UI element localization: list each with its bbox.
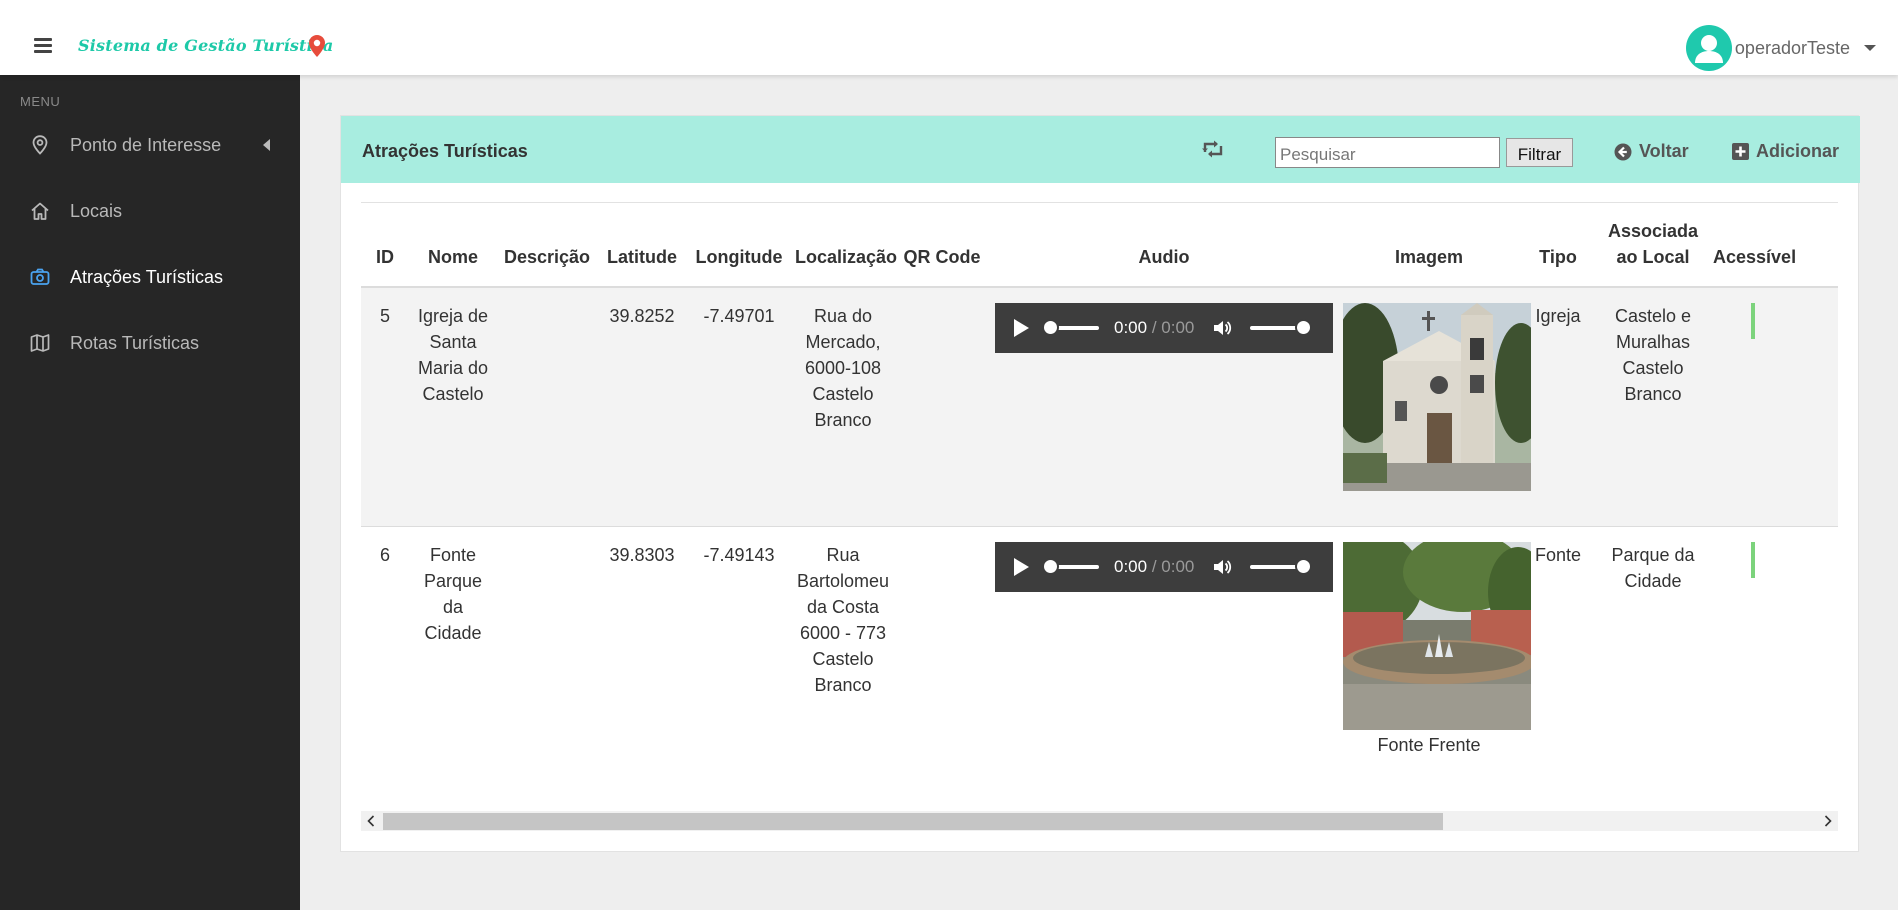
attractions-panel: Atrações Turísticas Filtrar Voltar Adici… [340, 115, 1860, 852]
table-header-row: ID Nome Descrição Latitude Longitude Loc… [361, 203, 1838, 288]
sidebar-item-label: Ponto de Interesse [70, 134, 222, 155]
filter-button[interactable]: Filtrar [1506, 138, 1573, 167]
column-header-associada[interactable]: Associada ao Local [1597, 203, 1709, 288]
plus-square-icon [1732, 143, 1749, 160]
sidebar-item-atracoes-turisticas[interactable]: Atrações Turísticas [0, 252, 300, 302]
camera-icon [30, 267, 50, 287]
cell-descricao [497, 287, 597, 527]
sidebar-item-locais[interactable]: Locais [0, 186, 300, 236]
fountain-photo[interactable] [1343, 541, 1531, 730]
play-icon[interactable] [1014, 319, 1029, 337]
sidebar: MENU Ponto de Interesse Locais Atrações … [0, 75, 300, 910]
column-header-id[interactable]: ID [361, 203, 409, 288]
column-header-tipo[interactable]: Tipo [1519, 203, 1597, 288]
accessible-indicator [1751, 541, 1755, 578]
cell-nome: Fonte Parque da Cidade [409, 526, 497, 768]
home-icon [30, 201, 50, 221]
add-label: Adicionar [1756, 141, 1840, 161]
cell-imagem [1339, 287, 1531, 527]
attractions-table: ID Nome Descrição Latitude Longitude Loc… [361, 203, 1838, 768]
volume-slider[interactable] [1250, 557, 1313, 575]
church-photo[interactable] [1343, 303, 1531, 491]
volume-icon[interactable] [1212, 558, 1232, 576]
sidebar-item-ponto-de-interesse[interactable]: Ponto de Interesse [0, 120, 300, 170]
accessible-indicator [1751, 303, 1755, 339]
map-pin-icon [309, 35, 325, 57]
menu-heading: MENU [20, 94, 61, 109]
cell-id: 5 [361, 287, 409, 527]
add-button[interactable]: Adicionar [1732, 141, 1839, 162]
cell-longitude: -7.49701 [687, 287, 791, 527]
chevron-left-icon [263, 139, 270, 151]
audio-seek-slider[interactable] [1042, 319, 1099, 336]
column-header-longitude[interactable]: Longitude [687, 203, 791, 288]
audio-player: 0:00 / 0:00 [995, 541, 1333, 592]
cell-imagem: Fonte Frente [1339, 526, 1531, 768]
column-header-descricao[interactable]: Descrição [497, 203, 597, 288]
audio-time: 0:00 / 0:00 [1114, 556, 1195, 576]
cell-localizacao: Rua do Mercado, 6000-108 Castelo Branco [791, 287, 895, 527]
page-title: Atrações Turísticas [362, 141, 528, 161]
map-icon [30, 333, 50, 353]
username: operadorTeste [1734, 37, 1850, 58]
audio-seek-slider[interactable] [1042, 557, 1099, 575]
audio-time: 0:00 / 0:00 [1114, 318, 1195, 337]
cell-nome: Igreja de Santa Maria do Castelo [409, 287, 497, 527]
table-row: 6 Fonte Parque da Cidade 39.8303 -7.4914… [361, 526, 1838, 768]
app-brand[interactable]: Sistema de Gestão Turística [78, 36, 333, 55]
cell-acessivel [1709, 526, 1838, 768]
top-navbar: Sistema de Gestão Turística operadorTest… [0, 0, 1898, 75]
scroll-right-icon[interactable] [1822, 815, 1834, 827]
volume-slider[interactable] [1250, 319, 1313, 336]
column-header-audio[interactable]: Audio [989, 203, 1339, 288]
cell-audio: 0:00 / 0:00 [989, 287, 1339, 527]
image-caption: Fonte Frente [1377, 734, 1481, 755]
column-header-acessivel[interactable]: Acessível [1709, 203, 1838, 288]
horizontal-scrollbar[interactable] [361, 811, 1838, 831]
cell-qr-code [895, 287, 989, 527]
map-pin-icon [30, 135, 50, 155]
column-header-imagem[interactable]: Imagem [1339, 203, 1519, 288]
cell-latitude: 39.8252 [597, 287, 687, 527]
cell-id: 6 [361, 526, 409, 768]
user-menu[interactable]: operadorTeste [1685, 25, 1876, 71]
avatar [1685, 25, 1732, 71]
audio-player: 0:00 / 0:00 [995, 303, 1333, 353]
cell-associada: Castelo e Muralhas Castelo Branco [1597, 287, 1709, 527]
search-input[interactable] [1275, 137, 1500, 168]
scroll-left-icon[interactable] [365, 815, 377, 827]
user-icon [1694, 35, 1723, 63]
table-container[interactable]: ID Nome Descrição Latitude Longitude Loc… [361, 202, 1838, 817]
cell-latitude: 39.8303 [597, 526, 687, 768]
column-header-qr-code[interactable]: QR Code [895, 203, 989, 288]
panel-header: Atrações Turísticas Filtrar Voltar Adici… [341, 116, 1860, 183]
chevron-down-icon[interactable] [1864, 45, 1876, 51]
column-header-nome[interactable]: Nome [409, 203, 497, 288]
volume-icon[interactable] [1212, 319, 1232, 337]
cell-audio: 0:00 / 0:00 [989, 526, 1339, 768]
scrollbar-thumb[interactable] [383, 813, 1443, 830]
arrow-circle-left-icon [1614, 143, 1632, 161]
column-header-latitude[interactable]: Latitude [597, 203, 687, 288]
table-row: 5 Igreja de Santa Maria do Castelo 39.82… [361, 287, 1838, 527]
cell-localizacao: Rua Bartolomeu da Costa 6000 - 773 Caste… [791, 526, 895, 768]
play-icon[interactable] [1014, 557, 1029, 576]
sidebar-item-rotas-turisticas[interactable]: Rotas Turísticas [0, 318, 300, 368]
column-header-localizacao[interactable]: Localização [791, 203, 897, 288]
retweet-icon[interactable] [1201, 139, 1225, 159]
hamburger-menu-icon[interactable] [34, 38, 52, 53]
cell-longitude: -7.49143 [687, 526, 791, 768]
cell-associada: Parque da Cidade [1597, 526, 1709, 768]
back-button[interactable]: Voltar [1614, 141, 1689, 162]
cell-qr-code [895, 526, 989, 768]
cell-descricao [497, 526, 597, 768]
back-label: Voltar [1639, 141, 1689, 161]
sidebar-item-label: Locais [70, 200, 123, 221]
sidebar-item-label: Rotas Turísticas [70, 332, 200, 353]
cell-acessivel [1709, 287, 1838, 527]
sidebar-item-label: Atrações Turísticas [70, 266, 224, 287]
